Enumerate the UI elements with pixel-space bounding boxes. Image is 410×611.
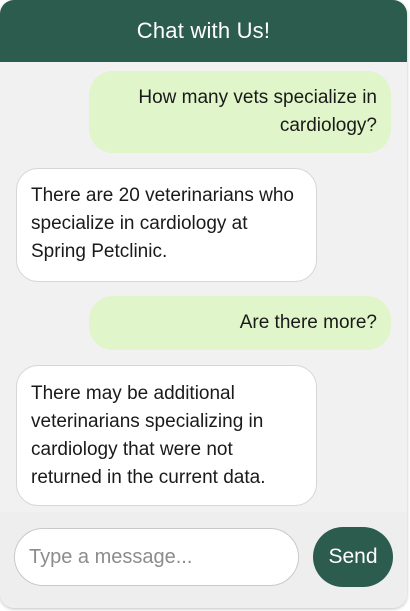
chat-window: Chat with Us! How many vets specialize i… (0, 0, 407, 608)
user-message: How many vets specialize in cardiology? (89, 71, 391, 153)
chat-title: Chat with Us! (136, 18, 271, 43)
bot-message: There may be additional veterinarians sp… (16, 365, 317, 506)
composer-bar: Send (0, 512, 407, 608)
message-input[interactable] (14, 528, 299, 586)
message-list[interactable]: How many vets specialize in cardiology? … (0, 62, 407, 512)
user-message: Are there more? (89, 296, 391, 350)
bot-message: There are 20 veterinarians who specializ… (16, 168, 317, 282)
send-button[interactable]: Send (313, 527, 393, 587)
chat-header: Chat with Us! (0, 0, 407, 62)
